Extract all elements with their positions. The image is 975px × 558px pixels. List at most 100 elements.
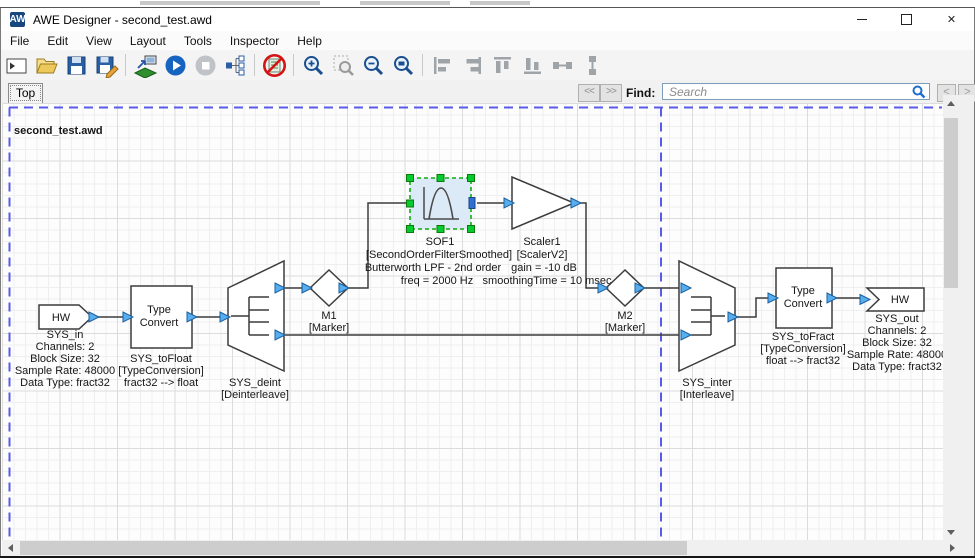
run-button[interactable] [161, 52, 189, 78]
horizontal-scrollbar[interactable] [2, 540, 960, 556]
label-scaler1-detail1: gain = -10 dB [511, 262, 577, 274]
wire-m1-sof1[interactable] [348, 203, 407, 288]
zoom-region-icon [331, 53, 356, 78]
selection-handle[interactable] [437, 175, 444, 182]
space-horizontal-button[interactable] [548, 52, 576, 78]
toolbar-separator [293, 54, 294, 76]
maximize-button[interactable] [884, 8, 929, 31]
menu-layout[interactable]: Layout [121, 32, 175, 50]
label-m2-name: M2 [617, 310, 632, 322]
horizontal-scroll-thumb[interactable] [20, 541, 687, 555]
selection-handle[interactable] [407, 175, 414, 182]
history-back-button[interactable]: << [578, 84, 600, 102]
menu-tools[interactable]: Tools [175, 32, 221, 50]
screenshot-stage: AW AWE Designer - second_test.awd ✕ File… [0, 0, 975, 558]
selection-handle[interactable] [407, 200, 414, 207]
label-sof1-type: [SecondOrderFilterSmoothed] [366, 249, 512, 261]
design-canvas[interactable]: second_test.awd HW SYS_in Channels: 2 Bl [2, 103, 944, 548]
label-sys-deint-type: [Deinterleave] [221, 389, 289, 401]
background-text-smudge [140, 1, 320, 5]
inspector-off-button[interactable] [260, 52, 288, 78]
tab-top[interactable]: Top [8, 83, 43, 103]
pin-m1-in[interactable] [302, 283, 312, 293]
space-vertical-icon [580, 53, 605, 78]
selection-handle[interactable] [468, 175, 475, 182]
selection-handle[interactable] [407, 226, 414, 233]
toolbar-separator [422, 54, 423, 76]
menu-bar: File Edit View Layout Tools Inspector He… [1, 31, 974, 50]
label-sys-out-samplerate: Sample Rate: 48000 [847, 349, 944, 361]
vertical-scrollbar[interactable] [943, 95, 959, 540]
label-sof1-name: SOF1 [426, 236, 455, 248]
history-forward-button[interactable]: >> [600, 84, 622, 102]
label-sys-tofloat-detail: fract32 --> float [124, 377, 198, 389]
label-m1-name: M1 [321, 310, 336, 322]
label-sys-out-datatype: Data Type: fract32 [852, 361, 942, 373]
save-as-button[interactable] [92, 52, 120, 78]
block-scaler1[interactable] [512, 177, 574, 229]
align-bottom-button[interactable] [518, 52, 546, 78]
block-sys-inter[interactable] [679, 261, 735, 371]
menu-inspector[interactable]: Inspector [221, 32, 288, 50]
block-sof1-selected[interactable] [410, 178, 471, 229]
connect-target-button[interactable] [131, 52, 159, 78]
scroll-up-button[interactable] [943, 95, 959, 111]
scroll-right-button[interactable] [944, 540, 960, 556]
scroll-down-icon [947, 530, 955, 535]
save-button[interactable] [62, 52, 90, 78]
selection-handle[interactable] [437, 226, 444, 233]
align-left-button[interactable] [428, 52, 456, 78]
label-sys-in-samplerate: Sample Rate: 48000 [15, 365, 115, 377]
new-design-icon [4, 53, 29, 78]
propagate-button[interactable] [221, 52, 249, 78]
align-right-button[interactable] [458, 52, 486, 78]
title-bar: AW AWE Designer - second_test.awd ✕ [1, 8, 974, 31]
label-sys-out-name: SYS_out [875, 313, 918, 325]
pin-sys-in-out[interactable] [89, 312, 99, 322]
inspector-off-icon [262, 53, 287, 78]
label-sys-inter-name: SYS_inter [682, 377, 732, 389]
menu-edit[interactable]: Edit [38, 32, 77, 50]
pin-sys-out-in[interactable] [860, 295, 870, 305]
align-top-button[interactable] [488, 52, 516, 78]
menu-help[interactable]: Help [288, 32, 331, 50]
new-design-button[interactable] [2, 52, 30, 78]
vertical-scroll-thumb[interactable] [944, 118, 958, 288]
block-sys-in-shape-label: HW [52, 312, 71, 324]
space-horizontal-icon [550, 53, 575, 78]
zoom-fit-button[interactable] [389, 52, 417, 78]
zoom-in-button[interactable] [299, 52, 327, 78]
wire-inter-tofract[interactable] [737, 298, 769, 317]
nav-find-row: Top << >> Find: < > [1, 80, 974, 103]
close-button[interactable]: ✕ [929, 8, 974, 31]
label-sys-in-blocksize: Block Size: 32 [30, 353, 100, 365]
label-sys-tofract-detail: float --> fract32 [766, 355, 840, 367]
label-sys-inter-type: [Interleave] [680, 389, 734, 401]
window-title: AWE Designer - second_test.awd [33, 13, 212, 27]
background-window-above [0, 0, 975, 8]
menu-file[interactable]: File [1, 32, 38, 50]
scroll-left-button[interactable] [2, 540, 18, 556]
label-sys-out-blocksize: Block Size: 32 [862, 337, 932, 349]
selection-handle[interactable] [468, 226, 475, 233]
label-m1-type: [Marker] [309, 322, 349, 334]
label-sof1-detail1: Butterworth LPF - 2nd order [365, 262, 502, 274]
pin-sof1-out[interactable] [469, 198, 475, 209]
minimize-button[interactable] [839, 8, 884, 31]
open-button[interactable] [32, 52, 60, 78]
save-icon [64, 53, 89, 78]
align-left-icon [430, 53, 455, 78]
pin-scaler1-out[interactable] [571, 198, 581, 208]
search-input[interactable] [667, 84, 909, 100]
search-icon[interactable] [912, 85, 926, 99]
space-vertical-button[interactable] [578, 52, 606, 78]
stop-button[interactable] [191, 52, 219, 78]
zoom-region-button[interactable] [329, 52, 357, 78]
scroll-down-button[interactable] [943, 524, 959, 540]
label-sys-tofloat-type: [TypeConversion] [118, 365, 204, 377]
zoom-out-button[interactable] [359, 52, 387, 78]
find-label: Find: [626, 86, 655, 100]
menu-view[interactable]: View [77, 32, 121, 50]
toolbar-separator [125, 54, 126, 76]
block-sys-tofloat-label1: Type [147, 304, 171, 316]
